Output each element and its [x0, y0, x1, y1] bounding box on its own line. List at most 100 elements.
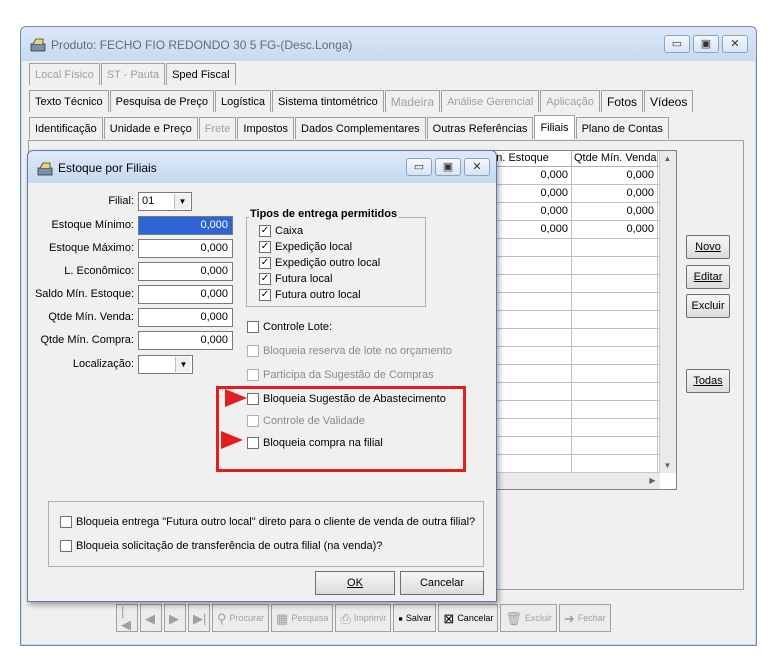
bloqueios-group [48, 501, 484, 567]
table-row[interactable] [482, 257, 676, 275]
table-row[interactable]: 0,000 0,000 [482, 185, 676, 203]
tab-logistica[interactable]: Logística [215, 90, 272, 112]
tab-impostos[interactable]: Impostos [237, 117, 295, 139]
tab-fotos[interactable]: Fotos [600, 90, 643, 112]
tab-texto-tecnico[interactable]: Texto Técnico [29, 90, 109, 112]
grid-horizontal-scrollbar[interactable]: ▶ [482, 472, 660, 489]
excluir-toolbar-button[interactable]: 🗑 Excluir [500, 604, 557, 632]
first-record-button[interactable]: |◀ [116, 604, 138, 632]
scroll-right-icon[interactable]: ▶ [645, 473, 660, 488]
prev-record-button[interactable]: ◀ [140, 604, 162, 632]
exit-icon: ➜ [563, 610, 575, 626]
scroll-down-icon[interactable]: ▼ [660, 458, 675, 473]
saldo-min-input[interactable]: 0,000 [138, 285, 233, 304]
table-row[interactable] [482, 347, 676, 365]
table-row[interactable] [482, 419, 676, 437]
cancelar-button[interactable]: ⊠ Cancelar [438, 604, 499, 632]
procurar-button[interactable]: ⚲ Procurar [212, 604, 270, 632]
tab-sistema-tintometrico[interactable]: Sistema tintométrico [272, 90, 384, 112]
tipo-expedicao-outro-local-checkbox[interactable]: ✓ Expedição outro local [259, 257, 380, 269]
tab-plano-contas[interactable]: Plano de Contas [575, 117, 669, 139]
tipo-caixa-checkbox[interactable]: ✓ Caixa [259, 225, 303, 237]
tipo-futura-outro-local-checkbox[interactable]: ✓ Futura outro local [259, 289, 361, 301]
table-row[interactable] [482, 455, 676, 473]
dialog-minimize-button[interactable]: ▭ [406, 158, 432, 176]
table-row[interactable]: 0,000 0,000 [482, 221, 676, 239]
editar-button[interactable]: Editar [686, 265, 730, 289]
todas-button[interactable]: Todas [686, 369, 730, 393]
maximize-button[interactable]: ▣ [693, 35, 719, 53]
table-row[interactable] [482, 329, 676, 347]
tab-sped-fiscal[interactable]: Sped Fiscal [166, 63, 236, 85]
dialog-maximize-button[interactable]: ▣ [435, 158, 461, 176]
tipo-expedicao-local-checkbox[interactable]: ✓ Expedição local [259, 241, 352, 253]
minimize-button[interactable]: ▭ [664, 35, 690, 53]
controle-lote-checkbox[interactable]: Controle Lote: [247, 321, 332, 333]
bloqueia-reserva-checkbox[interactable]: Bloqueia reserva de lote no orçamento [247, 345, 452, 357]
table-row[interactable]: 0,000 0,000 [482, 203, 676, 221]
table-row[interactable] [482, 383, 676, 401]
filial-select[interactable]: 01 ▼ [138, 192, 192, 211]
chevron-down-icon[interactable]: ▼ [175, 357, 191, 372]
filiais-grid[interactable]: Mín. Estoque Qtde Mín. Venda 0,000 0,000… [481, 150, 677, 490]
fechar-button[interactable]: ➜ Fechar [558, 604, 611, 632]
pesquisa-button[interactable]: ▦ Pesquisa [271, 604, 334, 632]
dialog-close-button[interactable]: ✕ [464, 158, 490, 176]
tipo-futura-outro-local-label: Futura outro local [275, 289, 361, 301]
table-row[interactable] [482, 365, 676, 383]
excluir-button[interactable]: Excluir [686, 294, 730, 318]
bloqueia-entrega-checkbox[interactable]: Bloqueia entrega "Futura outro local" di… [60, 516, 475, 528]
tab-aplicacao[interactable]: Aplicação [540, 90, 600, 112]
tab-st-pauta[interactable]: ST - Pauta [100, 63, 166, 85]
dialog-app-icon [37, 162, 53, 176]
tab-filiais[interactable]: Filiais [534, 115, 575, 139]
estoque-maximo-input[interactable]: 0,000 [138, 239, 233, 258]
ok-button[interactable]: OK [315, 571, 395, 595]
estoque-por-filiais-dialog: Estoque por Filiais ▭ ▣ ✕ Filial: 01 ▼ E… [27, 150, 497, 602]
tab-outras-referencias[interactable]: Outras Referências [426, 117, 534, 139]
localizacao-label: Localização: [72, 358, 134, 370]
table-row[interactable] [482, 275, 676, 293]
table-row[interactable] [482, 401, 676, 419]
close-button[interactable]: ✕ [722, 35, 748, 53]
tab-unidade-preco[interactable]: Unidade e Preço [103, 117, 198, 139]
qtde-min-venda-input[interactable]: 0,000 [138, 308, 233, 327]
participa-sugestao-checkbox[interactable]: Participa da Sugestão de Compras [247, 369, 434, 381]
novo-button[interactable]: Novo [686, 235, 730, 259]
controle-lote-label: Controle Lote: [263, 321, 333, 333]
save-icon: ▪ [398, 610, 403, 626]
tab-local-fisico[interactable]: Local Físico [29, 63, 100, 85]
procurar-label: Procurar [229, 613, 265, 623]
cancelar-dialog-button[interactable]: Cancelar [400, 571, 484, 595]
table-row[interactable] [482, 437, 676, 455]
table-row[interactable]: 0,000 0,000 [482, 167, 676, 185]
table-row[interactable] [482, 293, 676, 311]
tipo-futura-local-checkbox[interactable]: ✓ Futura local [259, 273, 332, 285]
tab-identificacao[interactable]: Identificação [29, 117, 103, 139]
grid-header-qtde-min-venda[interactable]: Qtde Mín. Venda [572, 151, 658, 166]
chevron-down-icon[interactable]: ▼ [174, 194, 190, 209]
grid-vertical-scrollbar[interactable]: ▲ ▼ [659, 151, 676, 473]
tab-madeira[interactable]: Madeira [384, 90, 441, 112]
salvar-button[interactable]: ▪ Salvar [393, 604, 437, 632]
next-record-button[interactable]: ▶ [164, 604, 186, 632]
qtde-min-compra-input[interactable]: 0,000 [138, 331, 233, 350]
estoque-minimo-input[interactable]: 0,000 [138, 216, 233, 235]
window-title: Produto: FECHO FIO REDONDO 30 5 FG-(Desc… [51, 38, 353, 52]
imprimir-button[interactable]: ⎙ Imprimir [335, 604, 392, 632]
lote-economico-input[interactable]: 0,000 [138, 262, 233, 281]
tab-videos[interactable]: Vídeos [644, 90, 694, 112]
tab-pesquisa-preco[interactable]: Pesquisa de Preço [109, 90, 215, 112]
scroll-up-icon[interactable]: ▲ [660, 151, 675, 166]
product-window-titlebar[interactable]: Produto: FECHO FIO REDONDO 30 5 FG-(Desc… [21, 27, 756, 61]
last-record-button[interactable]: ▶| [188, 604, 210, 632]
table-row[interactable] [482, 311, 676, 329]
table-row[interactable] [482, 239, 676, 257]
tab-analise-gerencial[interactable]: Análise Gerencial [441, 90, 540, 112]
tab-dados-complementares[interactable]: Dados Complementares [295, 117, 426, 139]
salvar-label: Salvar [405, 613, 432, 623]
tab-frete[interactable]: Frete [198, 117, 237, 139]
localizacao-select[interactable]: ▼ [138, 355, 193, 374]
dialog-titlebar[interactable]: Estoque por Filiais ▭ ▣ ✕ [28, 151, 496, 183]
bloqueia-solicitacao-checkbox[interactable]: Bloqueia solicitação de transferência de… [60, 540, 382, 552]
